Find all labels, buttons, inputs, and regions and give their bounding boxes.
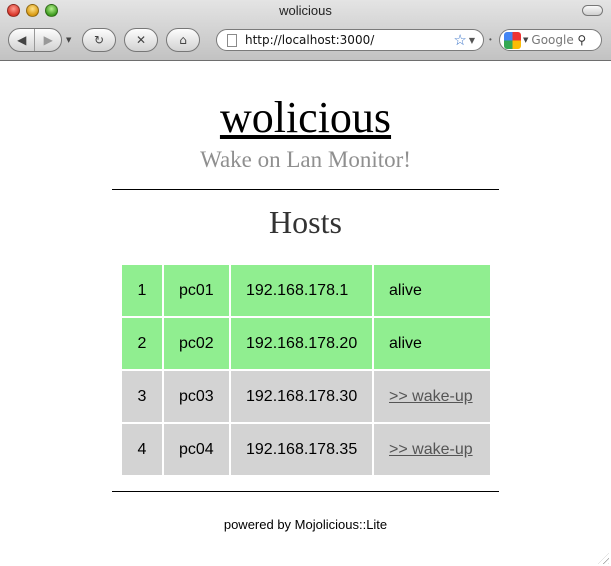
stop-icon: ✕	[135, 33, 147, 47]
host-ip: 192.168.178.35	[231, 424, 372, 475]
table-row: 4 pc04 192.168.178.35 >> wake-up	[122, 424, 490, 475]
host-name: pc01	[164, 265, 229, 316]
page-icon	[227, 33, 237, 47]
search-input[interactable]: Google	[531, 33, 575, 47]
host-status-cell: >> wake-up	[374, 371, 490, 422]
search-engine-dropdown-icon[interactable]: ▼	[523, 36, 528, 44]
host-name: pc04	[164, 424, 229, 475]
stop-button[interactable]: ✕	[124, 28, 158, 52]
bottom-divider	[112, 491, 499, 492]
back-button[interactable]: ◀	[17, 33, 26, 47]
bookmark-star-icon[interactable]: ☆	[453, 31, 466, 49]
google-logo-icon[interactable]	[504, 31, 521, 49]
window-title: wolicious	[279, 3, 332, 18]
resize-dot-icon[interactable]: •	[489, 35, 492, 44]
host-ip: 192.168.178.1	[231, 265, 372, 316]
home-icon: ⌂	[179, 33, 187, 47]
back-forward-group: ◀ ▶	[8, 28, 62, 52]
host-number: 3	[122, 371, 162, 422]
host-name: pc03	[164, 371, 229, 422]
history-dropdown-icon[interactable]: ▼	[66, 36, 71, 44]
home-button[interactable]: ⌂	[166, 28, 200, 52]
section-title: Hosts	[269, 204, 342, 240]
url-dropdown-icon[interactable]: ▼	[469, 36, 475, 45]
reload-button[interactable]: ↻	[82, 28, 116, 52]
host-number: 1	[122, 265, 162, 316]
forward-button[interactable]: ▶	[44, 33, 53, 47]
page-content: wolicious Wake on Lan Monitor! Hosts 1 p…	[0, 62, 611, 566]
host-status: alive	[374, 265, 490, 316]
host-ip: 192.168.178.20	[231, 318, 372, 369]
host-number: 4	[122, 424, 162, 475]
wake-up-link[interactable]: >> wake-up	[389, 388, 473, 405]
host-status: alive	[374, 318, 490, 369]
page-subtitle: Wake on Lan Monitor!	[200, 147, 411, 172]
url-input[interactable]: http://localhost:3000/	[245, 33, 453, 47]
wake-up-link[interactable]: >> wake-up	[389, 441, 473, 458]
top-divider	[112, 189, 499, 190]
host-name: pc02	[164, 318, 229, 369]
host-status-cell: >> wake-up	[374, 424, 490, 475]
toolbar-toggle-button[interactable]	[582, 5, 603, 16]
reload-icon: ↻	[93, 33, 105, 47]
divider	[34, 29, 36, 51]
host-ip: 192.168.178.30	[231, 371, 372, 422]
browser-chrome: wolicious ◀ ▶ ▼ ↻ ✕ ⌂ http://localhost:3…	[0, 0, 611, 61]
search-bar[interactable]: ▼ Google ⚲	[499, 29, 602, 51]
toolbar: ◀ ▶ ▼ ↻ ✕ ⌂ http://localhost:3000/ ☆ ▼ •…	[0, 28, 611, 54]
table-row: 3 pc03 192.168.178.30 >> wake-up	[122, 371, 490, 422]
host-number: 2	[122, 318, 162, 369]
footer: powered by Mojolicious::Lite	[223, 517, 388, 532]
hosts-table: 1 pc01 192.168.178.1 alive 2 pc02 192.16…	[120, 263, 492, 477]
table-row: 2 pc02 192.168.178.20 alive	[122, 318, 490, 369]
url-bar[interactable]: http://localhost:3000/ ☆ ▼	[216, 29, 484, 51]
page-title: wolicious	[0, 96, 611, 140]
table-row: 1 pc01 192.168.178.1 alive	[122, 265, 490, 316]
title-link[interactable]: wolicious	[220, 93, 391, 142]
search-icon[interactable]: ⚲	[577, 33, 586, 47]
